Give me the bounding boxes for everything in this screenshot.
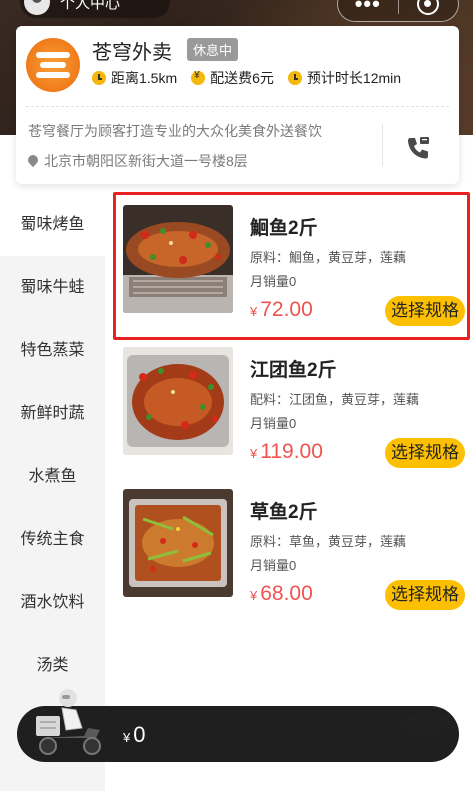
- logo-stroke: [36, 52, 70, 58]
- miniprogram-capsule: •••: [337, 0, 459, 22]
- delivery-rider-icon[interactable]: [28, 686, 108, 756]
- product-price: ¥ 68.00: [250, 582, 313, 606]
- product-sales: 月销量0: [250, 274, 297, 289]
- category-item[interactable]: 水煮鱼: [0, 446, 105, 508]
- category-item[interactable]: 传统主食: [0, 509, 105, 571]
- category-item[interactable]: 蜀味烤鱼: [0, 194, 105, 256]
- clock-icon: [287, 71, 302, 85]
- category-item[interactable]: 酒水饮料: [0, 572, 105, 634]
- more-icon[interactable]: •••: [338, 0, 398, 15]
- distance-info: 距离1.5km: [92, 68, 177, 88]
- status-badge: 休息中: [187, 38, 239, 61]
- select-spec-button[interactable]: 选择规格: [385, 438, 465, 468]
- user-icon: [24, 0, 50, 15]
- user-center-label: 个人中心: [60, 0, 121, 12]
- product-card[interactable]: 鮰鱼2斤 原料：鮰鱼，黄豆芽，莲藕 月销量0 ¥ 72.00 选择规格: [123, 205, 465, 326]
- product-card[interactable]: 江团鱼2斤 配料：江团鱼，黄豆芽，莲藕 月销量0 ¥ 119.00 选择规格: [123, 347, 465, 468]
- shop-name: 苍穹外卖: [92, 42, 172, 64]
- clock-icon: [92, 71, 106, 85]
- cart-total-amount: 0: [133, 722, 146, 747]
- product-sales: 月销量0: [250, 558, 297, 573]
- product-price: ¥ 119.00: [250, 440, 323, 464]
- location-pin-icon: [28, 155, 38, 168]
- phone-icon[interactable]: [404, 134, 432, 162]
- price-amount: 119.00: [260, 440, 323, 463]
- select-spec-button[interactable]: 选择规格: [385, 296, 465, 326]
- shop-logo: [26, 38, 80, 92]
- category-item[interactable]: 蜀味牛蛙: [0, 257, 105, 319]
- eta-info: 预计时长12min: [287, 68, 402, 88]
- product-name: 草鱼2斤: [250, 502, 318, 523]
- close-miniprogram-button[interactable]: [398, 0, 458, 15]
- product-image: [123, 205, 233, 313]
- product-name: 江团鱼2斤: [250, 360, 337, 381]
- divider: [382, 124, 383, 166]
- product-name: 鮰鱼2斤: [250, 218, 318, 239]
- currency-symbol: ¥: [250, 588, 258, 603]
- target-icon: [417, 0, 440, 15]
- currency-symbol: ¥: [250, 304, 258, 319]
- currency-symbol: ¥: [123, 730, 131, 745]
- eta-text: 预计时长12min: [306, 70, 402, 86]
- product-sales: 月销量0: [250, 416, 297, 431]
- product-ingredients: 原料：草鱼，黄豆芽，莲藕: [250, 534, 407, 549]
- shop-address: 北京市朝阳区新街大道一号楼8层: [28, 151, 248, 171]
- logo-stroke: [40, 62, 66, 68]
- cart-total: ¥ 0: [123, 722, 145, 748]
- product-image: [123, 489, 233, 597]
- divider: [26, 106, 449, 107]
- shop-address-text: 北京市朝阳区新街大道一号楼8层: [44, 153, 248, 169]
- product-image: [123, 347, 233, 455]
- product-ingredients: 原料：鮰鱼，黄豆芽，莲藕: [250, 250, 407, 265]
- delivery-fee-text: 配送费6元: [210, 70, 274, 86]
- distance-text: 距离1.5km: [111, 70, 178, 86]
- shop-info-card: 苍穹外卖 休息中 距离1.5km 配送费6元 预计时长12min 苍穹餐厅为顾客…: [16, 26, 459, 184]
- logo-stroke: [36, 72, 70, 78]
- category-item[interactable]: 新鲜时蔬: [0, 383, 105, 445]
- category-item[interactable]: 特色蒸菜: [0, 320, 105, 382]
- shop-description: 苍穹餐厅为顾客打造专业的大众化美食外送餐饮: [28, 123, 322, 139]
- currency-symbol: ¥: [250, 446, 258, 461]
- checkout-button[interactable]: 去结算: [403, 710, 451, 734]
- product-price: ¥ 72.00: [250, 298, 313, 322]
- yen-icon: [191, 70, 206, 85]
- delivery-fee-info: 配送费6元: [191, 68, 274, 88]
- shop-meta-row: 距离1.5km 配送费6元 预计时长12min: [92, 68, 415, 88]
- product-ingredients: 配料：江团鱼，黄豆芽，莲藕: [250, 392, 420, 407]
- price-amount: 68.00: [260, 582, 313, 605]
- user-center-button[interactable]: 个人中心: [20, 0, 170, 18]
- select-spec-button[interactable]: 选择规格: [385, 580, 465, 610]
- product-card[interactable]: 草鱼2斤 原料：草鱼，黄豆芽，莲藕 月销量0 ¥ 68.00 选择规格: [123, 489, 465, 610]
- price-amount: 72.00: [260, 298, 313, 321]
